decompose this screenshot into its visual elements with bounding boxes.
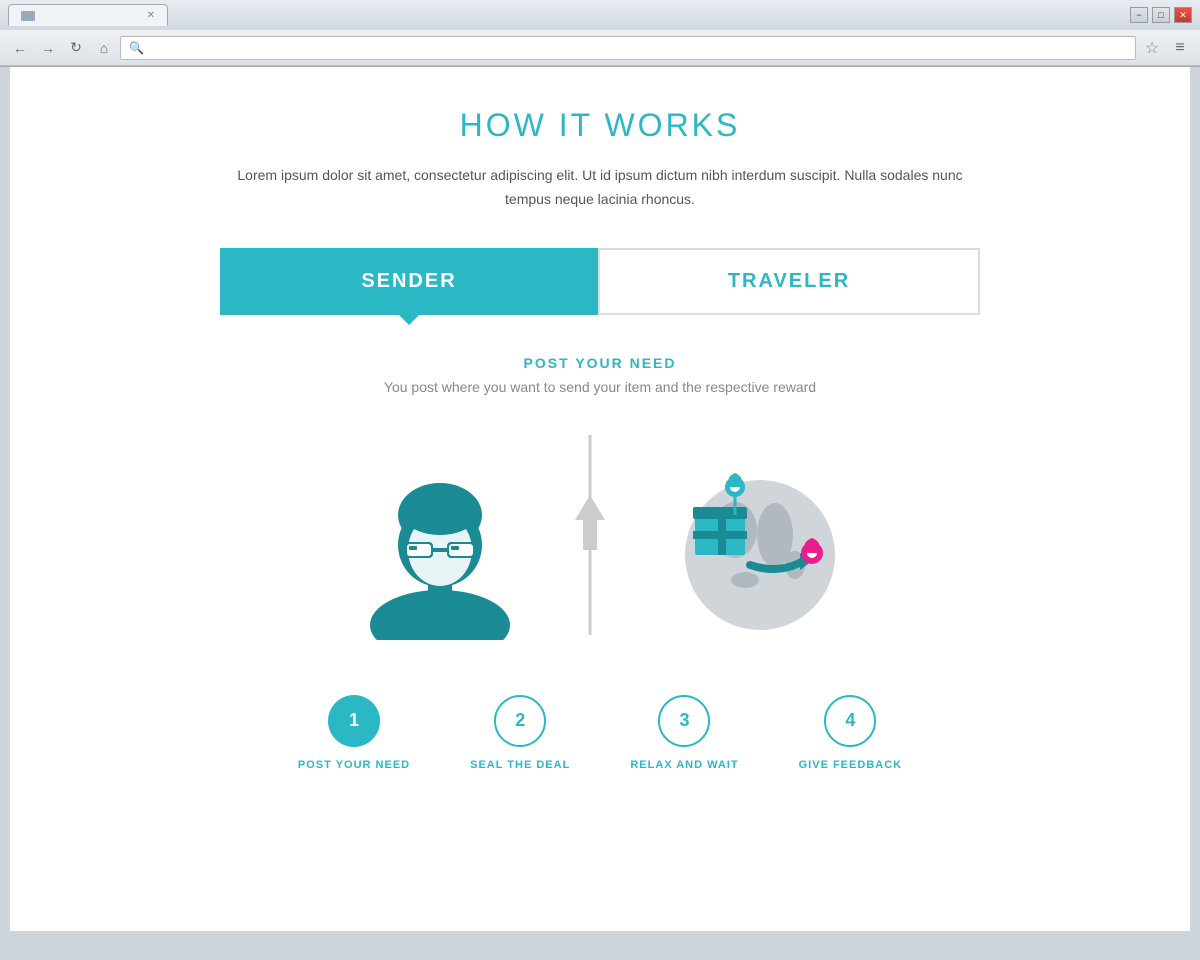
steps-bar: 1 POST YOUR NEED 2 SEAL THE DEAL 3 RELAX… [220, 695, 980, 791]
step-circle-3: 3 [658, 695, 710, 747]
step-item-4: 4 GIVE FEEDBACK [799, 695, 902, 771]
globe-illustration [640, 435, 860, 635]
step-circle-1: 1 [328, 695, 380, 747]
active-step-description: You post where you want to send your ite… [220, 379, 980, 395]
refresh-button[interactable]: ↻ [64, 36, 88, 60]
address-bar[interactable]: 🔍 [120, 36, 1136, 60]
tab-icon [21, 11, 35, 21]
section-description: Lorem ipsum dolor sit amet, consectetur … [220, 164, 980, 212]
title-bar: ✕ − □ ✕ [0, 0, 1200, 30]
step-label-2: SEAL THE DEAL [470, 759, 570, 771]
step-item-2: 2 SEAL THE DEAL [470, 695, 570, 771]
step-item-1: 1 POST YOUR NEED [298, 695, 410, 771]
step-info: POST YOUR NEED You post where you want t… [220, 355, 980, 395]
tab-close-button[interactable]: ✕ [147, 10, 155, 21]
bookmark-button[interactable]: ☆ [1140, 36, 1164, 60]
step-label-4: GIVE FEEDBACK [799, 759, 902, 771]
step-circle-2: 2 [494, 695, 546, 747]
window-controls: − □ ✕ [1130, 7, 1192, 23]
sender-tab[interactable]: SENDER [220, 248, 598, 315]
maximize-button[interactable]: □ [1152, 7, 1170, 23]
traveler-tab[interactable]: TRAVELER [598, 248, 980, 315]
nav-bar: ← → ↻ ⌂ 🔍 ☆ ≡ [0, 30, 1200, 66]
minimize-button[interactable]: − [1130, 7, 1148, 23]
back-button[interactable]: ← [8, 36, 32, 60]
search-icon: 🔍 [129, 41, 144, 55]
active-step-title: POST YOUR NEED [220, 355, 980, 371]
browser-chrome: ✕ − □ ✕ ← → ↻ ⌂ 🔍 ☆ ≡ [0, 0, 1200, 67]
person-svg [350, 430, 530, 640]
illustration-area [220, 425, 980, 645]
browser-tab[interactable]: ✕ [8, 4, 168, 26]
step-label-1: POST YOUR NEED [298, 759, 410, 771]
divider-svg [560, 435, 620, 635]
step-label-3: RELAX AND WAIT [630, 759, 738, 771]
arrow-divider [560, 425, 620, 645]
how-it-works-section: HOW IT WORKS Lorem ipsum dolor sit amet,… [200, 67, 1000, 831]
page-content: HOW IT WORKS Lorem ipsum dolor sit amet,… [10, 67, 1190, 931]
menu-button[interactable]: ≡ [1168, 36, 1192, 60]
step-item-3: 3 RELAX AND WAIT [630, 695, 738, 771]
globe-svg [650, 435, 850, 635]
section-title: HOW IT WORKS [220, 107, 980, 144]
person-illustration [340, 430, 540, 640]
forward-button[interactable]: → [36, 36, 60, 60]
home-button[interactable]: ⌂ [92, 36, 116, 60]
role-tabs: SENDER TRAVELER [220, 248, 980, 315]
close-button[interactable]: ✕ [1174, 7, 1192, 23]
step-circle-4: 4 [824, 695, 876, 747]
